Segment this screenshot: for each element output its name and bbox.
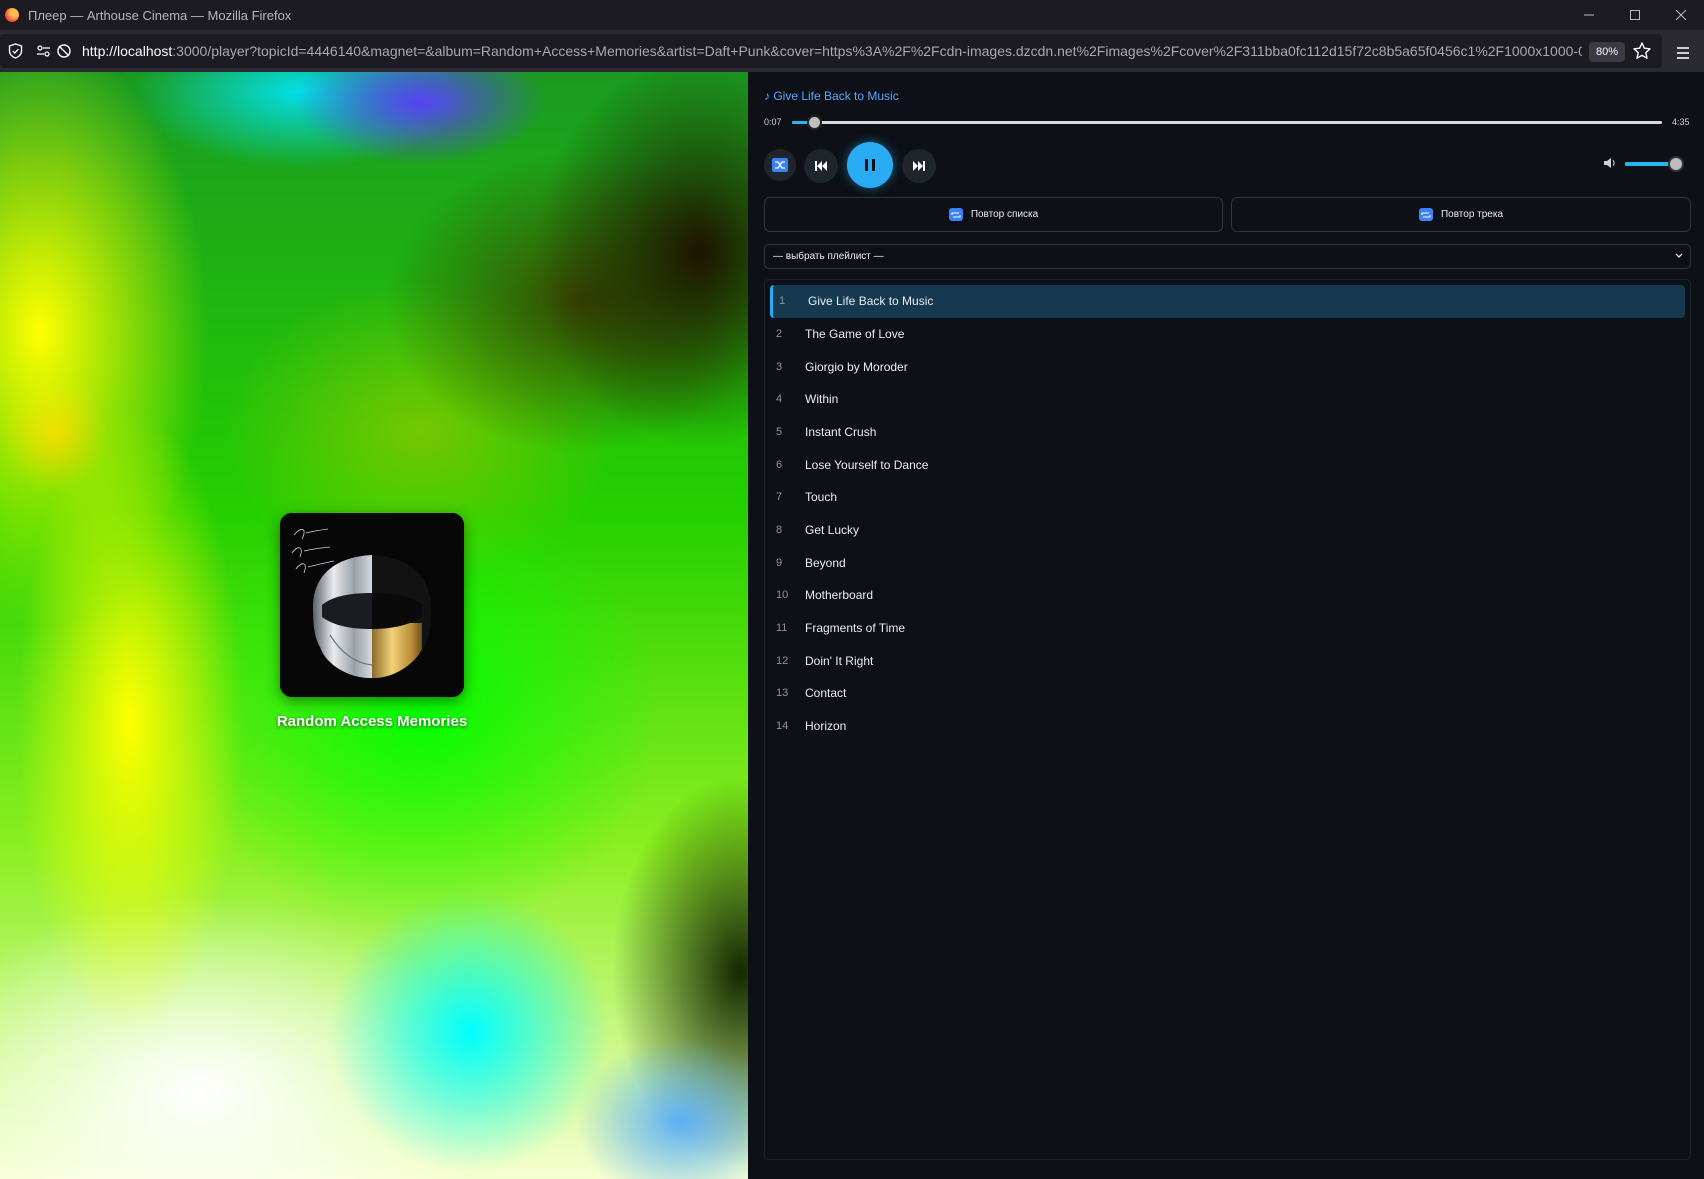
track-title: Within xyxy=(805,392,839,406)
track-number: 4 xyxy=(776,393,783,405)
repeat-list-button[interactable]: Повтор списка xyxy=(764,197,1223,232)
track-title: Lose Yourself to Dance xyxy=(805,458,929,472)
track-title: Give Life Back to Music xyxy=(808,294,934,308)
track-number: 2 xyxy=(776,328,783,340)
volume-slider[interactable] xyxy=(1625,156,1685,172)
track-number: 7 xyxy=(776,491,783,503)
shuffle-icon xyxy=(772,158,788,172)
track-row[interactable]: 5 Instant Crush xyxy=(770,416,1685,449)
navigation-toolbar: http://localhost:3000/player?topicId=444… xyxy=(0,30,1704,72)
maximize-button[interactable] xyxy=(1612,0,1658,30)
track-number: 1 xyxy=(779,295,786,307)
repeat-icon xyxy=(948,208,963,221)
track-number: 11 xyxy=(776,622,788,634)
current-time: 0:07 xyxy=(764,117,782,127)
track-list: 1 Give Life Back to Music 2 The Game of Lov… xyxy=(764,279,1691,1160)
firefox-logo-icon xyxy=(5,8,19,22)
album-title: Random Access Memories xyxy=(276,713,468,730)
track-row[interactable]: 12 Doin' It Right xyxy=(770,645,1685,678)
track-number: 3 xyxy=(776,361,783,373)
track-title: Instant Crush xyxy=(805,425,877,439)
repeat-track-button[interactable]: Повтор трека xyxy=(1231,197,1691,232)
hamburger-menu-icon[interactable] xyxy=(1672,42,1694,64)
url-path: :3000/player?topicId=4446140&magnet=&alb… xyxy=(172,43,1582,59)
track-number: 9 xyxy=(776,557,783,569)
track-row[interactable]: 1 Give Life Back to Music xyxy=(770,285,1685,318)
track-row[interactable]: 10 Motherboard xyxy=(770,579,1685,612)
window-titlebar: Плеер — Arthouse Cinema — Mozilla Firefo… xyxy=(0,0,1704,30)
playlist-select[interactable]: — выбрать плейлист — xyxy=(764,244,1691,269)
window-title: Плеер — Arthouse Cinema — Mozilla Firefo… xyxy=(28,7,292,23)
url-bar[interactable]: http://localhost:3000/player?topicId=444… xyxy=(0,34,1662,68)
close-button[interactable] xyxy=(1658,0,1704,30)
progress-slider[interactable] xyxy=(792,115,1662,130)
track-number: 6 xyxy=(776,459,783,471)
track-title: Doin' It Right xyxy=(805,654,874,668)
ambient-cover-panel: Random Access Memories xyxy=(0,72,748,1179)
track-title: Touch xyxy=(805,490,838,504)
track-row[interactable]: 11 Fragments of Time xyxy=(770,612,1685,645)
volume-icon[interactable] xyxy=(1603,156,1617,170)
track-title: Motherboard xyxy=(805,588,874,602)
player-panel: ♪ Give Life Back to Music 0:07 4:35 Повт… xyxy=(748,72,1704,1179)
bookmark-star-icon[interactable] xyxy=(1632,41,1652,61)
track-row[interactable]: 14 Horizon xyxy=(770,710,1685,743)
progress-thumb[interactable] xyxy=(806,115,822,130)
track-number: 10 xyxy=(776,589,789,601)
url-text[interactable]: http://localhost:3000/player?topicId=444… xyxy=(82,43,1582,59)
repeat-list-label: Повтор списка xyxy=(970,209,1039,220)
track-title: Get Lucky xyxy=(805,523,860,537)
track-title: Contact xyxy=(805,686,847,700)
volume-thumb[interactable] xyxy=(1668,156,1685,172)
track-number: 5 xyxy=(776,426,783,438)
track-row[interactable]: 13 Contact xyxy=(770,677,1685,710)
track-row[interactable]: 9 Beyond xyxy=(770,547,1685,580)
repeat-one-icon xyxy=(1418,208,1433,221)
site-permissions-icon[interactable] xyxy=(36,44,51,58)
track-row[interactable]: 8 Get Lucky xyxy=(770,514,1685,547)
previous-icon xyxy=(815,161,827,171)
track-number: 12 xyxy=(776,655,789,667)
next-track-button[interactable] xyxy=(902,149,936,183)
zoom-level-badge[interactable]: 80% xyxy=(1589,42,1626,62)
shuffle-button[interactable] xyxy=(764,149,796,181)
track-title: The Game of Love xyxy=(805,327,905,341)
track-row[interactable]: 3 Giorgio by Moroder xyxy=(770,351,1685,384)
track-row[interactable]: 4 Within xyxy=(770,383,1685,416)
minimize-button[interactable] xyxy=(1566,0,1612,30)
track-number: 8 xyxy=(776,524,783,536)
track-number: 13 xyxy=(776,687,789,699)
daft-punk-helmet-artwork xyxy=(280,513,464,697)
track-number: 14 xyxy=(776,720,789,732)
track-row[interactable]: 6 Lose Yourself to Dance xyxy=(770,449,1685,482)
chevron-down-icon xyxy=(1675,253,1683,258)
url-host: http://localhost xyxy=(82,43,173,59)
track-title: Giorgio by Moroder xyxy=(805,360,908,374)
maximize-icon xyxy=(1630,10,1640,20)
track-row[interactable]: 2 The Game of Love xyxy=(770,318,1685,351)
window-controls xyxy=(1566,0,1704,30)
repeat-track-label: Повтор трека xyxy=(1440,209,1504,220)
shield-icon[interactable] xyxy=(8,43,23,59)
track-duration: 4:35 xyxy=(1672,117,1690,127)
tracking-blocked-icon[interactable] xyxy=(56,43,72,59)
next-icon xyxy=(913,161,925,171)
previous-track-button[interactable] xyxy=(804,149,838,183)
track-row[interactable]: 7 Touch xyxy=(770,481,1685,514)
close-icon xyxy=(1676,10,1686,20)
track-title: Beyond xyxy=(805,556,846,570)
track-title: Horizon xyxy=(805,719,847,733)
album-cover xyxy=(280,513,464,697)
pause-button[interactable] xyxy=(847,142,893,188)
now-playing-title: ♪ Give Life Back to Music xyxy=(764,89,899,103)
playlist-select-value: — выбрать плейлист — xyxy=(773,251,884,262)
minimize-icon xyxy=(1584,14,1594,16)
pause-icon xyxy=(865,159,875,171)
track-title: Fragments of Time xyxy=(805,621,906,635)
